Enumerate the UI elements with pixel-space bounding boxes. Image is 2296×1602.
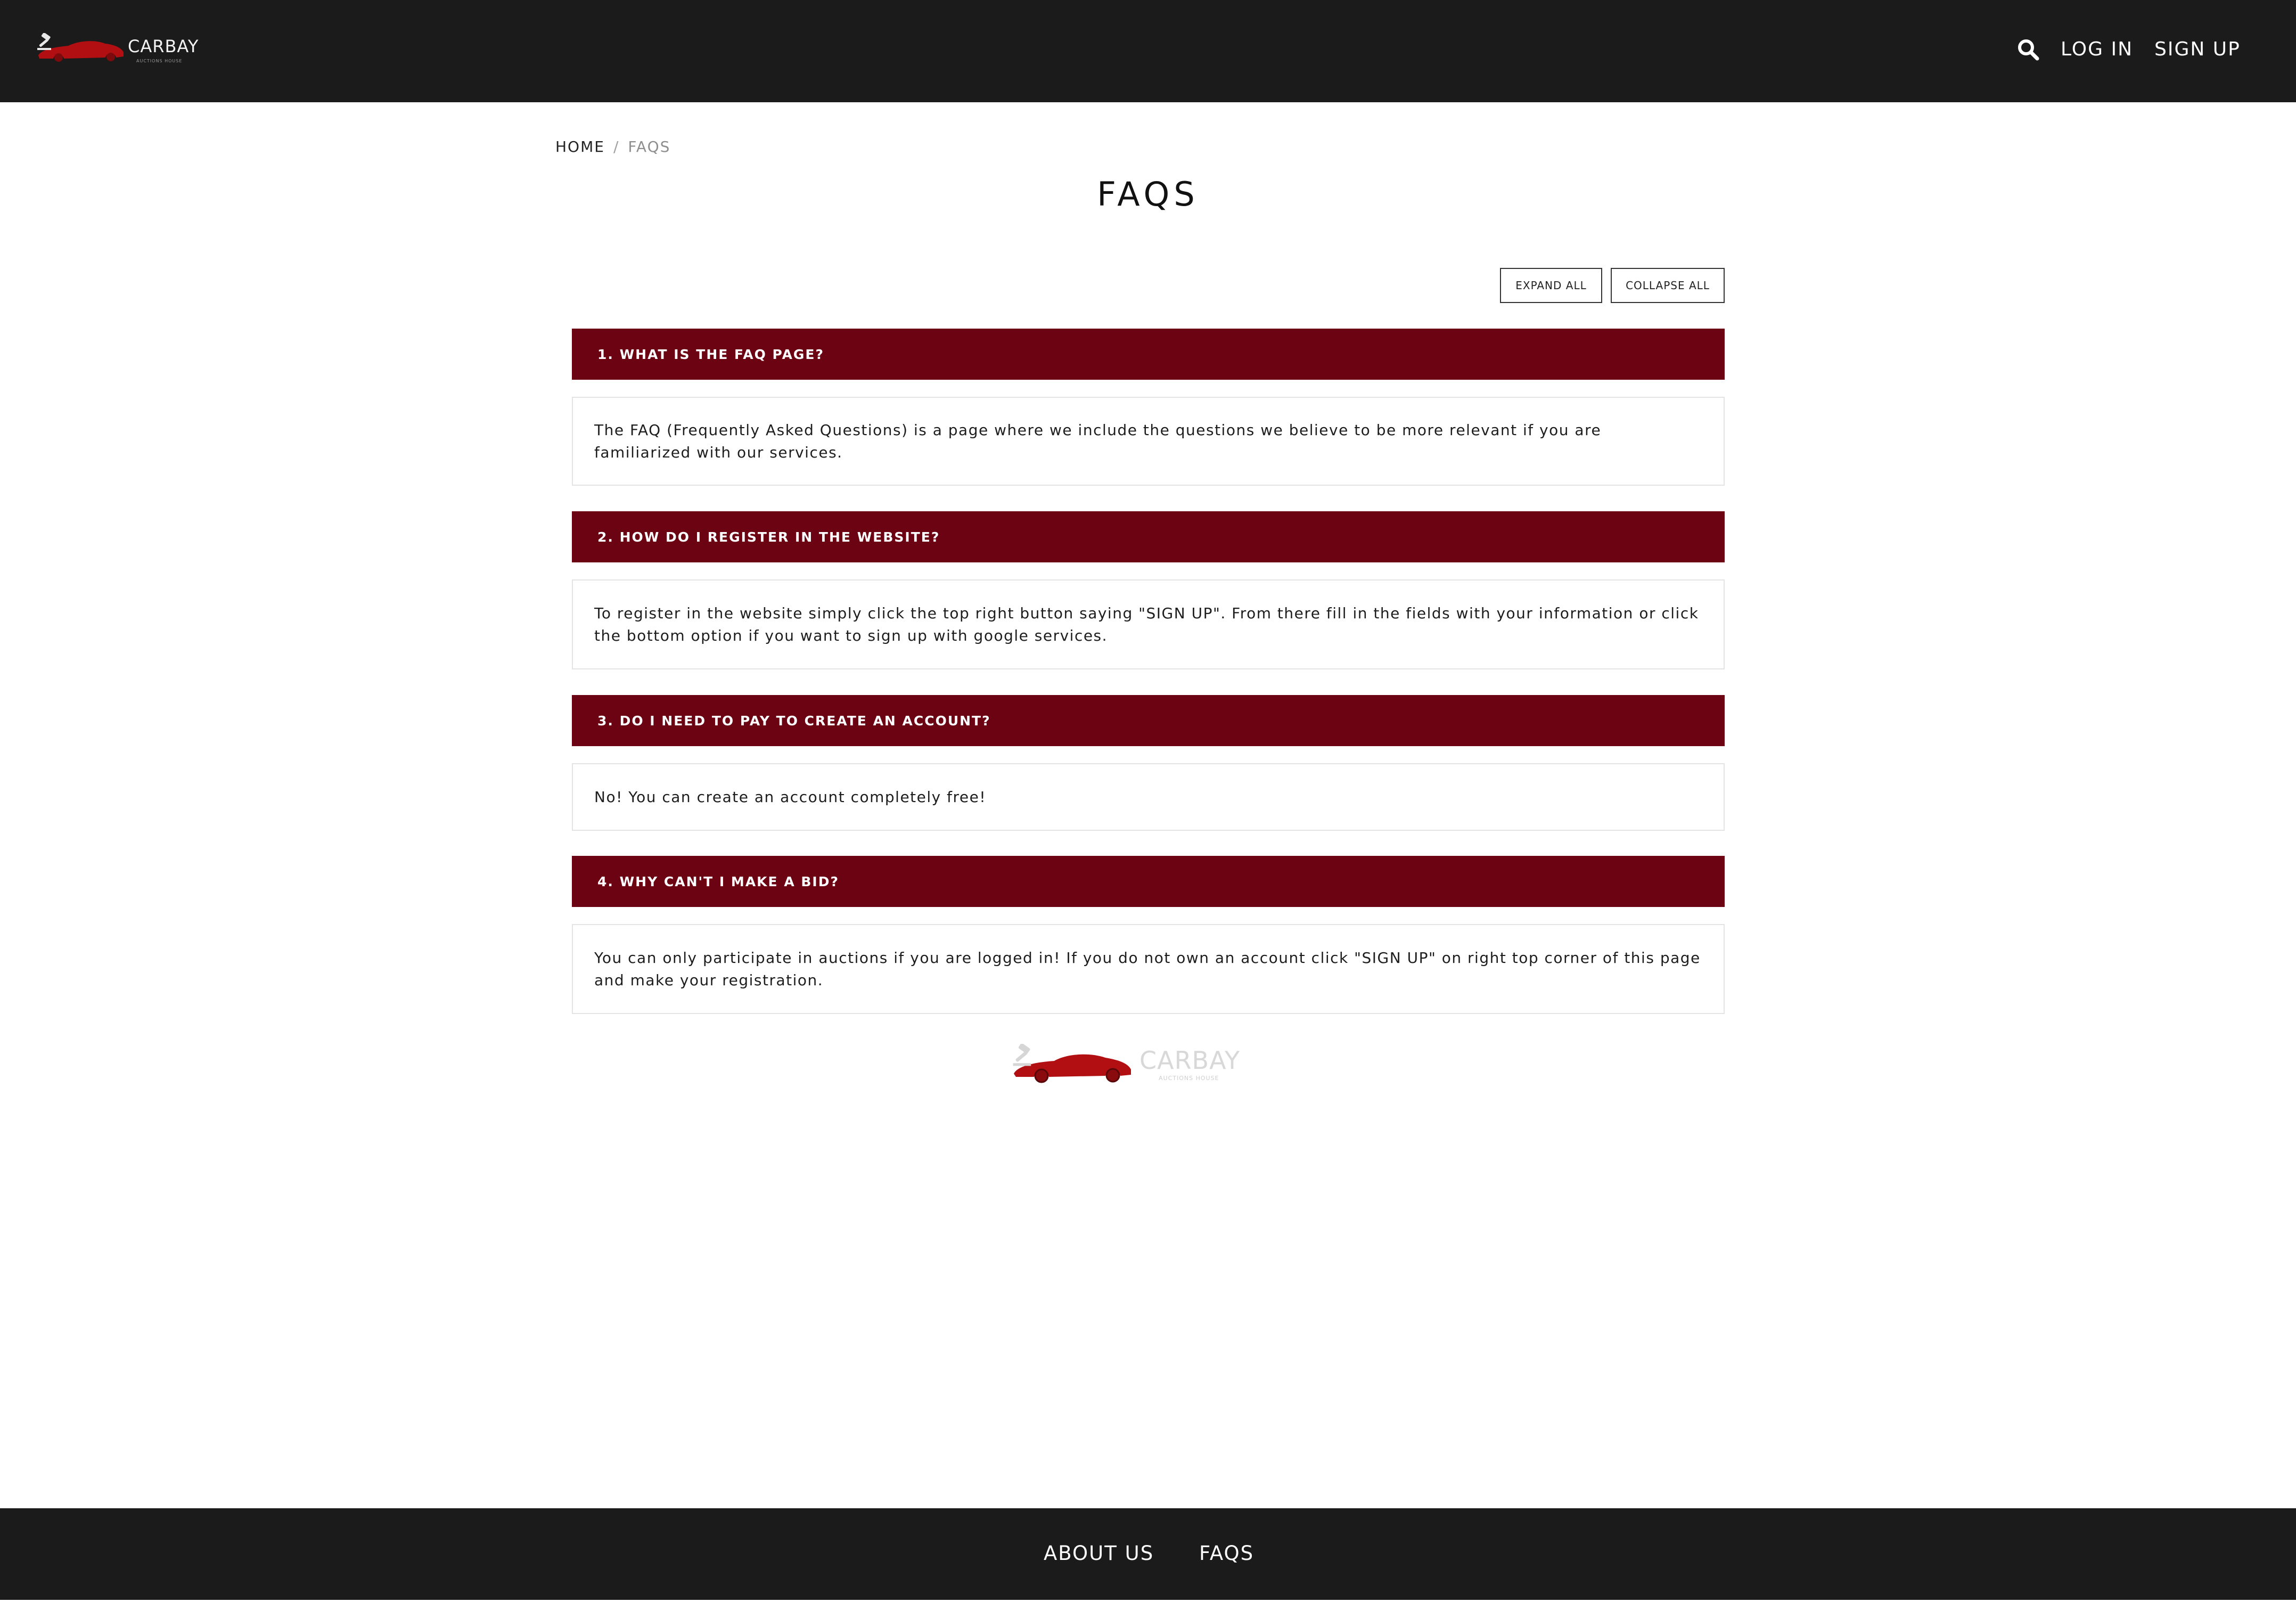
- brand-name: CARBAY: [128, 36, 199, 56]
- faq-question-3[interactable]: 3. DO I NEED TO PAY TO CREATE AN ACCOUNT…: [572, 695, 1725, 746]
- expand-all-button[interactable]: EXPAND ALL: [1500, 268, 1602, 303]
- top-navbar: CARBAY AUCTIONS HOUSE LOG IN SIGN UP: [0, 0, 2296, 102]
- gavel-icon: [1013, 1044, 1031, 1066]
- collapse-all-button[interactable]: COLLAPSE ALL: [1611, 268, 1725, 303]
- footer: ABOUT US FAQS: [0, 1508, 2296, 1600]
- breadcrumb-current: FAQS: [628, 138, 671, 156]
- breadcrumb: HOME / FAQS: [555, 137, 670, 157]
- faq-answer-text: To register in the website simply click …: [594, 604, 1699, 644]
- faq-answer-text: The FAQ (Frequently Asked Questions) is …: [594, 421, 1602, 461]
- brand-tagline: AUCTIONS HOUSE: [136, 59, 183, 63]
- faq-question-1[interactable]: 1. WHAT IS THE FAQ PAGE?: [572, 329, 1725, 380]
- faq-answer-4: You can only participate in auctions if …: [572, 924, 1725, 1014]
- breadcrumb-home[interactable]: HOME: [555, 138, 605, 156]
- faq-answer-text: No! You can create an account completely…: [594, 788, 987, 806]
- login-link[interactable]: LOG IN: [2061, 37, 2133, 62]
- page-title: FAQS: [1097, 175, 1199, 214]
- footer-brand-name: CARBAY: [1139, 1046, 1241, 1075]
- signup-link[interactable]: SIGN UP: [2154, 37, 2241, 62]
- footer-brand-tagline: AUCTIONS HOUSE: [1159, 1075, 1219, 1082]
- breadcrumb-separator: /: [613, 138, 620, 156]
- gavel-icon: [37, 33, 51, 50]
- faq-question-2[interactable]: 2. HOW DO I REGISTER IN THE WEBSITE?: [572, 511, 1725, 562]
- faq-question-4[interactable]: 4. WHY CAN'T I MAKE A BID?: [572, 856, 1725, 907]
- faq-answer-3: No! You can create an account completely…: [572, 763, 1725, 831]
- brand-logo[interactable]: CARBAY AUCTIONS HOUSE: [36, 33, 239, 70]
- footer-brand-logo: CARBAY AUCTIONS HOUSE: [1012, 1044, 1289, 1086]
- faq-answer-2: To register in the website simply click …: [572, 579, 1725, 669]
- faq-answer-text: You can only participate in auctions if …: [594, 949, 1701, 989]
- search-icon[interactable]: [2017, 38, 2039, 61]
- footer-faqs-link[interactable]: FAQS: [1199, 1541, 1254, 1566]
- faq-answer-1: The FAQ (Frequently Asked Questions) is …: [572, 397, 1725, 486]
- footer-about-us-link[interactable]: ABOUT US: [1044, 1541, 1154, 1566]
